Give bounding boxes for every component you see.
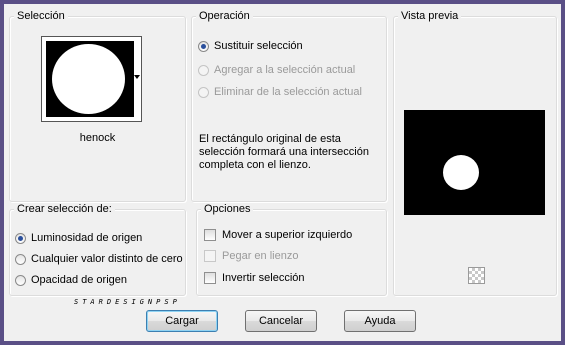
- checkbox-invertir-seleccion[interactable]: Invertir selección: [204, 272, 305, 284]
- cancelar-button[interactable]: Cancelar: [245, 310, 317, 332]
- checkbox-box: [204, 229, 216, 241]
- thumbnail-dropdown-arrow-icon[interactable]: [134, 75, 140, 79]
- radio-indicator: [15, 274, 26, 286]
- radio-indicator: [198, 64, 209, 76]
- transparency-toggle-icon[interactable]: [468, 267, 485, 284]
- radio-eliminar-seleccion[interactable]: Eliminar de la selección actual: [198, 86, 362, 98]
- checkbox-pegar-en-lienzo[interactable]: Pegar en lienzo: [204, 250, 298, 262]
- preview-circle: [443, 155, 479, 190]
- selection-thumbnail-picker[interactable]: [41, 36, 142, 122]
- operacion-group: Operación Sustituir selección Agregar a …: [191, 10, 387, 202]
- checkbox-box: [204, 250, 216, 262]
- radio-indicator: [198, 86, 209, 98]
- radio-label: Luminosidad de origen: [31, 232, 143, 244]
- opciones-group: Opciones Mover a superior izquierdo Pega…: [196, 203, 387, 296]
- ayuda-button[interactable]: Ayuda: [344, 310, 416, 332]
- radio-label: Agregar a la selección actual: [214, 64, 356, 76]
- radio-label: Opacidad de origen: [31, 274, 128, 286]
- radio-sustituir-seleccion[interactable]: Sustituir selección: [198, 40, 303, 52]
- checkbox-label: Mover a superior izquierdo: [222, 229, 353, 241]
- checkbox-box: [204, 272, 216, 284]
- radio-agregar-seleccion[interactable]: Agregar a la selección actual: [198, 64, 355, 76]
- operation-description: El rectángulo original de esta selección…: [199, 133, 369, 171]
- radio-indicator: [15, 232, 26, 244]
- vista-previa-group: Vista previa: [393, 10, 557, 296]
- radio-indicator: [15, 253, 26, 265]
- seleccion-legend: Selección: [14, 10, 68, 22]
- load-selection-dialog: Selección henock Operación Sustituir sel…: [4, 4, 561, 341]
- vista-previa-legend: Vista previa: [398, 10, 462, 22]
- selection-thumbnail: [46, 41, 134, 117]
- checkbox-label: Pegar en lienzo: [222, 250, 299, 262]
- radio-luminosidad-origen[interactable]: Luminosidad de origen: [15, 232, 142, 244]
- opciones-legend: Opciones: [201, 203, 254, 215]
- radio-label: Sustituir selección: [214, 40, 303, 52]
- selection-image-name: henock: [79, 132, 116, 144]
- checkbox-label: Invertir selección: [222, 272, 305, 284]
- seleccion-group: Selección henock: [9, 10, 186, 202]
- operacion-legend: Operación: [196, 10, 253, 22]
- crear-seleccion-legend: Crear selección de:: [14, 203, 115, 215]
- preview-canvas: [404, 110, 545, 215]
- watermark-text: STARDESIGNPSP: [74, 298, 181, 306]
- radio-indicator: [198, 40, 209, 52]
- radio-cualquier-valor[interactable]: Cualquier valor distinto de cero: [15, 253, 183, 265]
- checkbox-mover-superior-izquierdo[interactable]: Mover a superior izquierdo: [204, 229, 352, 241]
- radio-opacidad-origen[interactable]: Opacidad de origen: [15, 274, 127, 286]
- thumbnail-circle: [52, 44, 125, 114]
- cargar-button[interactable]: Cargar: [146, 310, 218, 332]
- crear-seleccion-group: Crear selección de: Luminosidad de orige…: [9, 203, 186, 296]
- radio-label: Cualquier valor distinto de cero: [31, 253, 183, 265]
- radio-label: Eliminar de la selección actual: [214, 86, 362, 98]
